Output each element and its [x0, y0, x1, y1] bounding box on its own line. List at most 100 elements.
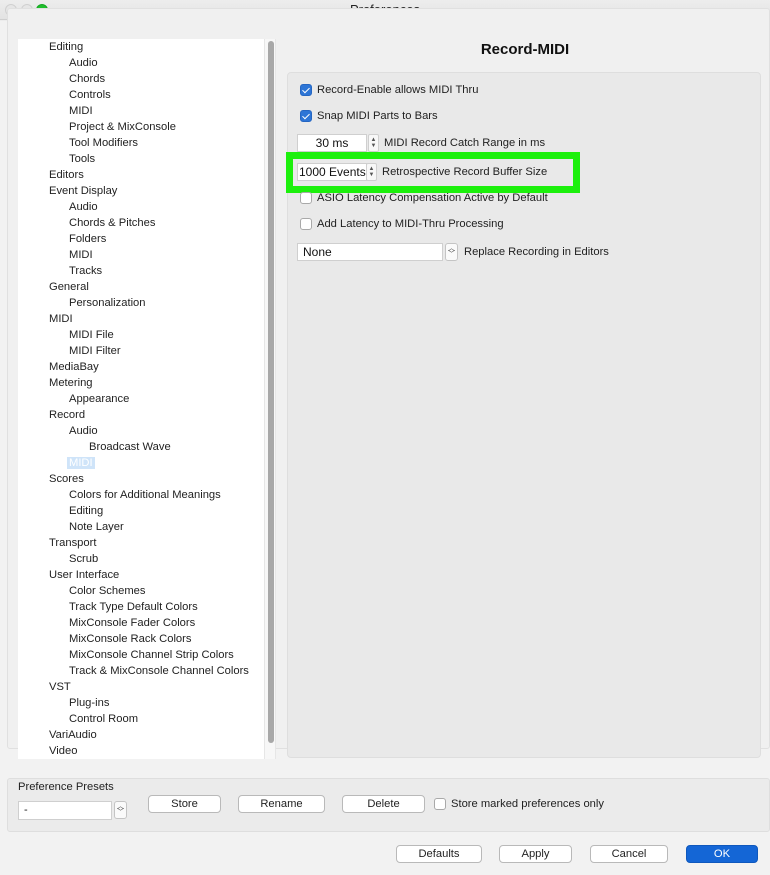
- tree-item[interactable]: Plug-ins: [18, 695, 264, 711]
- asio-latency-option[interactable]: ASIO Latency Compensation Active by Defa…: [300, 192, 548, 204]
- tree-item[interactable]: Editors: [18, 167, 264, 183]
- tree-item[interactable]: Scores: [18, 471, 264, 487]
- tree-item[interactable]: Appearance: [18, 391, 264, 407]
- tree-item[interactable]: MIDI File: [18, 327, 264, 343]
- tree-item[interactable]: Record: [18, 407, 264, 423]
- tree-item[interactable]: Colors for Additional Meanings: [18, 487, 264, 503]
- tree-item[interactable]: Video: [18, 743, 264, 759]
- preset-dropdown-arrows[interactable]: ︿ ﹀: [114, 801, 127, 819]
- tree-item[interactable]: General: [18, 279, 264, 295]
- tree-item[interactable]: Project & MixConsole: [18, 119, 264, 135]
- tree-item-label: Chords: [69, 73, 106, 85]
- tree-item[interactable]: MIDI: [18, 103, 264, 119]
- defaults-button[interactable]: Defaults: [396, 845, 482, 863]
- tree-item[interactable]: Personalization: [18, 295, 264, 311]
- tree-item[interactable]: Transport: [18, 535, 264, 551]
- tree-item-label: Record: [49, 409, 86, 421]
- rename-button[interactable]: Rename: [238, 795, 325, 813]
- tree-item[interactable]: Editing: [18, 39, 264, 55]
- tree-item[interactable]: Audio: [18, 423, 264, 439]
- tree-item[interactable]: Chords & Pitches: [18, 215, 264, 231]
- tree-item-label: Transport: [49, 537, 97, 549]
- tree-item[interactable]: MixConsole Rack Colors: [18, 631, 264, 647]
- tree-item[interactable]: Note Layer: [18, 519, 264, 535]
- record-enable-midi-thru-option[interactable]: Record-Enable allows MIDI Thru: [300, 84, 478, 96]
- tree-item[interactable]: Tool Modifiers: [18, 135, 264, 151]
- tree-item[interactable]: Broadcast Wave: [18, 439, 264, 455]
- tree-item-label: Control Room: [69, 713, 139, 725]
- preset-select[interactable]: -: [18, 801, 112, 820]
- tree-item-label: Personalization: [69, 297, 146, 309]
- tree-item-label: Editing: [69, 505, 104, 517]
- tree-item-label: Tools: [69, 153, 96, 165]
- tree-item[interactable]: MIDI: [18, 311, 264, 327]
- tree-item[interactable]: Audio: [18, 199, 264, 215]
- tree-item[interactable]: Track Type Default Colors: [18, 599, 264, 615]
- snap-midi-parts-label: Snap MIDI Parts to Bars: [317, 110, 438, 122]
- tree-item[interactable]: Audio: [18, 55, 264, 71]
- replace-recording-dropdown-arrows[interactable]: ︿ ﹀: [445, 243, 458, 261]
- tree-item[interactable]: Control Room: [18, 711, 264, 727]
- preference-presets-label: Preference Presets: [18, 781, 114, 793]
- store-marked-only-label: Store marked preferences only: [451, 798, 604, 810]
- tree-item-label: Video: [49, 745, 78, 757]
- tree-item[interactable]: MIDI: [18, 455, 264, 471]
- tree-item[interactable]: MixConsole Fader Colors: [18, 615, 264, 631]
- replace-recording-select[interactable]: None: [297, 243, 443, 261]
- chevron-down-icon: ﹀: [117, 809, 124, 816]
- tree-scrollbar-thumb[interactable]: [268, 41, 274, 743]
- cancel-button[interactable]: Cancel: [590, 845, 668, 863]
- store-marked-only-checkbox[interactable]: [434, 798, 446, 810]
- tree-item-label: Event Display: [49, 185, 118, 197]
- tree-item[interactable]: VST: [18, 679, 264, 695]
- tree-item[interactable]: Event Display: [18, 183, 264, 199]
- tree-item[interactable]: MixConsole Channel Strip Colors: [18, 647, 264, 663]
- tree-item[interactable]: Metering: [18, 375, 264, 391]
- tree-item-label: Note Layer: [69, 521, 124, 533]
- delete-button[interactable]: Delete: [342, 795, 425, 813]
- add-latency-checkbox[interactable]: [300, 218, 312, 230]
- tree-item[interactable]: Editing: [18, 503, 264, 519]
- tree-item[interactable]: Tracks: [18, 263, 264, 279]
- tree-item[interactable]: Controls: [18, 87, 264, 103]
- tree-item-label: MediaBay: [49, 361, 99, 373]
- tree-item[interactable]: VariAudio: [18, 727, 264, 743]
- tree-item-label: Chords & Pitches: [69, 217, 156, 229]
- tree-item[interactable]: Chords: [18, 71, 264, 87]
- tree-item-label: Controls: [69, 89, 111, 101]
- tree-item[interactable]: Folders: [18, 231, 264, 247]
- ok-button[interactable]: OK: [686, 845, 758, 863]
- store-button[interactable]: Store: [148, 795, 221, 813]
- tree-item[interactable]: Tools: [18, 151, 264, 167]
- tree-item[interactable]: Color Schemes: [18, 583, 264, 599]
- tree-item[interactable]: Scrub: [18, 551, 264, 567]
- tree-item-label: Color Schemes: [69, 585, 146, 597]
- tree-item-label: Metering: [49, 377, 93, 389]
- catch-range-label: MIDI Record Catch Range in ms: [384, 137, 546, 149]
- store-marked-only-option[interactable]: Store marked preferences only: [434, 798, 604, 810]
- tree-item-label: VariAudio: [49, 729, 97, 741]
- tree-item[interactable]: User Interface: [18, 567, 264, 583]
- add-latency-option[interactable]: Add Latency to MIDI-Thru Processing: [300, 218, 504, 230]
- stepper-down-icon[interactable]: ▼: [371, 143, 377, 149]
- tree-scrollbar[interactable]: [264, 39, 276, 759]
- snap-midi-parts-checkbox[interactable]: [300, 110, 312, 122]
- tree-item-label: MIDI: [69, 105, 93, 117]
- tree-item[interactable]: Track & MixConsole Channel Colors: [18, 663, 264, 679]
- tree-item-label: MIDI: [69, 249, 93, 261]
- asio-latency-label: ASIO Latency Compensation Active by Defa…: [317, 192, 548, 204]
- snap-midi-parts-option[interactable]: Snap MIDI Parts to Bars: [300, 110, 438, 122]
- tree-item[interactable]: MIDI Filter: [18, 343, 264, 359]
- tree-item[interactable]: MIDI: [18, 247, 264, 263]
- panel-title: Record-MIDI: [480, 41, 570, 58]
- record-enable-midi-thru-checkbox[interactable]: [300, 84, 312, 96]
- tree-item[interactable]: MediaBay: [18, 359, 264, 375]
- catch-range-stepper[interactable]: ▲ ▼: [368, 134, 379, 152]
- tree-item-label: MixConsole Channel Strip Colors: [69, 649, 234, 661]
- tree-item-label: Scrub: [69, 553, 99, 565]
- catch-range-input[interactable]: 30 ms: [297, 134, 367, 152]
- apply-button[interactable]: Apply: [499, 845, 572, 863]
- asio-latency-checkbox[interactable]: [300, 192, 312, 204]
- tree-item-label: MixConsole Rack Colors: [69, 633, 192, 645]
- preferences-category-tree: Editing Audio Chords Controls MIDI Project & …: [18, 39, 264, 759]
